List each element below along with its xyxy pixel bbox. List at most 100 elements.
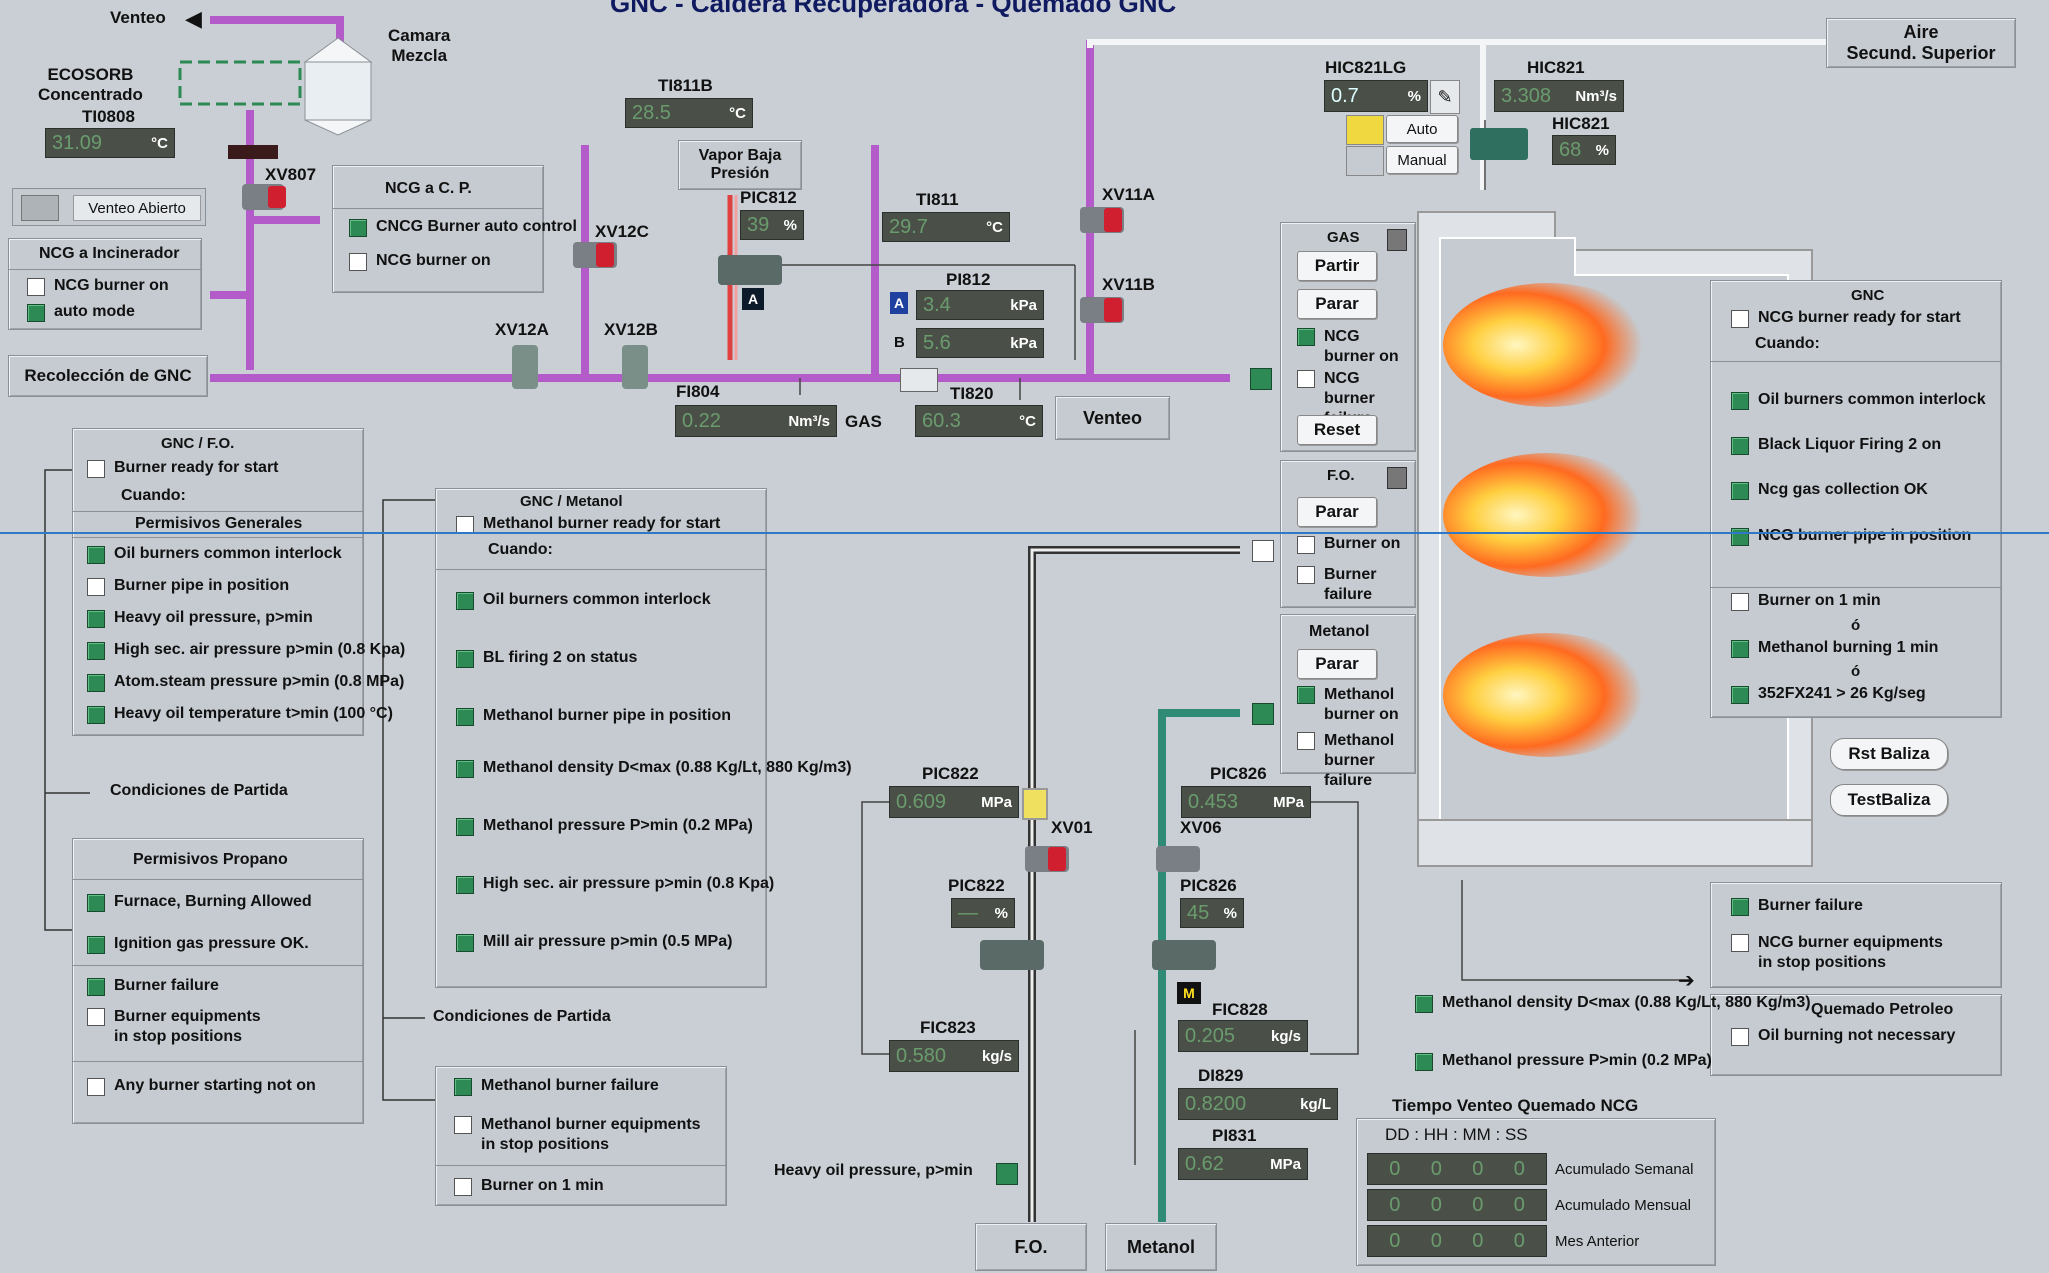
- pic826-display[interactable]: 0.453 MPa: [1181, 786, 1311, 818]
- di829-display[interactable]: 0.8200 kg/L: [1178, 1088, 1338, 1120]
- fo-parar-button[interactable]: Parar: [1297, 497, 1377, 527]
- row-label: Burner failure: [1758, 897, 1863, 914]
- pic826-tag: PIC826: [1210, 764, 1267, 783]
- valve-actuator-icon: [268, 186, 286, 208]
- ncg-inc-row[interactable]: auto mode: [27, 303, 135, 322]
- gnc-item-row: Ncg gas collection OK: [1731, 481, 1928, 500]
- unit: %: [1223, 904, 1237, 922]
- aire-label: Aire Secund. Superior: [1846, 22, 1996, 63]
- flames: [1443, 283, 1653, 757]
- page-title: GNC - Caldera Recuperadora - Quemado GNC: [610, 0, 1177, 18]
- faceplate-icon[interactable]: [1387, 229, 1407, 251]
- value: 5.6: [923, 331, 951, 354]
- checkbox-icon[interactable]: [349, 219, 367, 237]
- checkbox-icon: [87, 706, 105, 724]
- checkbox-icon: [1731, 898, 1749, 916]
- hic821-pct-display[interactable]: 68%: [1552, 135, 1616, 165]
- gnc-met-item-row: BL firing 2 on status: [456, 649, 637, 668]
- gnc-b2-row: Methanol burning 1 min: [1731, 639, 1938, 658]
- ti0808-display[interactable]: 31.09 °C: [45, 128, 175, 158]
- xv11b-tag: XV11B: [1102, 275, 1155, 294]
- ncg-outlet-indicator: [1250, 368, 1272, 390]
- faceplate-icon[interactable]: [1387, 467, 1407, 489]
- xv12a-valve-icon[interactable]: [512, 345, 538, 389]
- fic823-display[interactable]: 0.580 kg/s: [889, 1040, 1019, 1072]
- row-label: Burner on 1 min: [481, 1177, 604, 1194]
- hic821lg-display[interactable]: 0.7%: [1324, 80, 1428, 112]
- fo-title: F.O.: [1327, 467, 1355, 484]
- fi804-display[interactable]: 0.22 Nm³/s: [675, 405, 837, 437]
- unit: Nm³/s: [788, 412, 830, 430]
- row-label: Heavy oil pressure, p>min: [114, 609, 313, 626]
- value: 0.453: [1188, 790, 1239, 813]
- gas-ncg-on-row: NCG burner on: [1297, 327, 1399, 367]
- value: 28.5: [632, 101, 671, 124]
- ti0808-tag: TI0808: [82, 107, 135, 126]
- rst-baliza-button[interactable]: Rst Baliza: [1830, 738, 1948, 770]
- ncg-cp-row[interactable]: NCG burner on: [349, 252, 491, 271]
- metanol-parar-button[interactable]: Parar: [1297, 649, 1377, 679]
- unit: MPa: [981, 793, 1012, 811]
- pic826-control-valve-icon[interactable]: [1152, 940, 1216, 970]
- checkbox-icon: [1415, 1053, 1433, 1071]
- pic812-display[interactable]: 39%: [740, 210, 804, 240]
- xv06-tag: XV06: [1180, 818, 1222, 837]
- fic828-display[interactable]: 0.205 kg/s: [1178, 1020, 1308, 1052]
- row-label: Methanol pressure P>min (0.2 MPa): [1442, 1052, 1712, 1069]
- gas-partir-button[interactable]: Partir: [1297, 251, 1377, 281]
- cuando-label: Cuando:: [121, 487, 186, 504]
- pic822-display[interactable]: 0.609 MPa: [889, 786, 1019, 818]
- checkbox-icon[interactable]: [349, 253, 367, 271]
- pic822-pct-display[interactable]: —%: [951, 898, 1015, 928]
- pi812-b-display[interactable]: 5.6 kPa: [916, 328, 1044, 358]
- ti811b-tag: TI811B: [658, 76, 713, 95]
- pi831-display[interactable]: 0.62 MPa: [1178, 1148, 1308, 1180]
- hic821-display[interactable]: 3.308 Nm³/s: [1494, 80, 1624, 112]
- row-label: Burner failure: [114, 977, 219, 994]
- xv12b-valve-icon[interactable]: [622, 345, 648, 389]
- gnc-title: GNC: [1851, 287, 1885, 304]
- checkbox-icon: [1415, 995, 1433, 1013]
- pencil-icon[interactable]: ✎: [1430, 80, 1460, 114]
- hic821-tag: HIC821: [1527, 58, 1585, 77]
- pic812-control-valve-icon[interactable]: [718, 255, 782, 285]
- vapor-baja-label-box: Vapor Baja Presión: [678, 140, 802, 190]
- tiempo-semanal-display: 0 0 0 0: [1367, 1153, 1547, 1185]
- gas-parar-button[interactable]: Parar: [1297, 289, 1377, 319]
- manual-button[interactable]: Manual: [1386, 146, 1458, 174]
- pi812-b-label: B: [894, 334, 905, 351]
- checkbox-icon: [1297, 328, 1315, 346]
- row-label: Methanol burning 1 min: [1758, 639, 1939, 656]
- arrow-right-icon: ➔: [1678, 970, 1695, 992]
- pic826-pct-display[interactable]: 45%: [1180, 898, 1244, 928]
- quemado-petroleo-title: Quemado Petroleo: [1811, 1001, 1954, 1018]
- hh: 0: [1430, 1229, 1442, 1252]
- row-label: Ncg gas collection OK: [1758, 481, 1928, 498]
- checkbox-icon[interactable]: [27, 278, 45, 296]
- burner-failure-row: Burner failure: [87, 977, 219, 996]
- test-baliza-button[interactable]: TestBaliza: [1830, 784, 1948, 816]
- pi812-a-display[interactable]: 3.4 kPa: [916, 290, 1044, 320]
- gas-reset-button[interactable]: Reset: [1297, 415, 1377, 445]
- ncg-cp-row[interactable]: CNCG Burner auto control: [349, 218, 577, 237]
- checkbox-icon[interactable]: [27, 304, 45, 322]
- venteo-abierto-label: Venteo Abierto: [73, 195, 201, 221]
- ti820-display[interactable]: 60.3 °C: [915, 405, 1043, 437]
- checkbox-icon: [454, 1116, 472, 1134]
- value: 0.609: [896, 790, 947, 813]
- permisos-generales-label: Permisivos Generales: [135, 515, 303, 532]
- value: 0.205: [1185, 1024, 1236, 1047]
- ti811b-display[interactable]: 28.5 °C: [625, 98, 753, 128]
- hic821-tag2: HIC821: [1552, 114, 1610, 133]
- xv807-tag: XV807: [265, 165, 317, 184]
- damper-actuator-icon[interactable]: [1470, 128, 1528, 160]
- pic822-control-valve-icon[interactable]: [980, 940, 1044, 970]
- ncg-inc-row[interactable]: NCG burner on: [27, 277, 169, 296]
- checkbox-icon: [1731, 640, 1749, 658]
- checkbox-icon: [1297, 370, 1315, 388]
- xv06-valve-icon[interactable]: [1156, 846, 1200, 872]
- hh: 0: [1430, 1193, 1442, 1216]
- ti811-display[interactable]: 29.7 °C: [882, 212, 1010, 242]
- valve-actuator-icon: [1048, 847, 1066, 871]
- auto-button[interactable]: Auto: [1386, 115, 1458, 143]
